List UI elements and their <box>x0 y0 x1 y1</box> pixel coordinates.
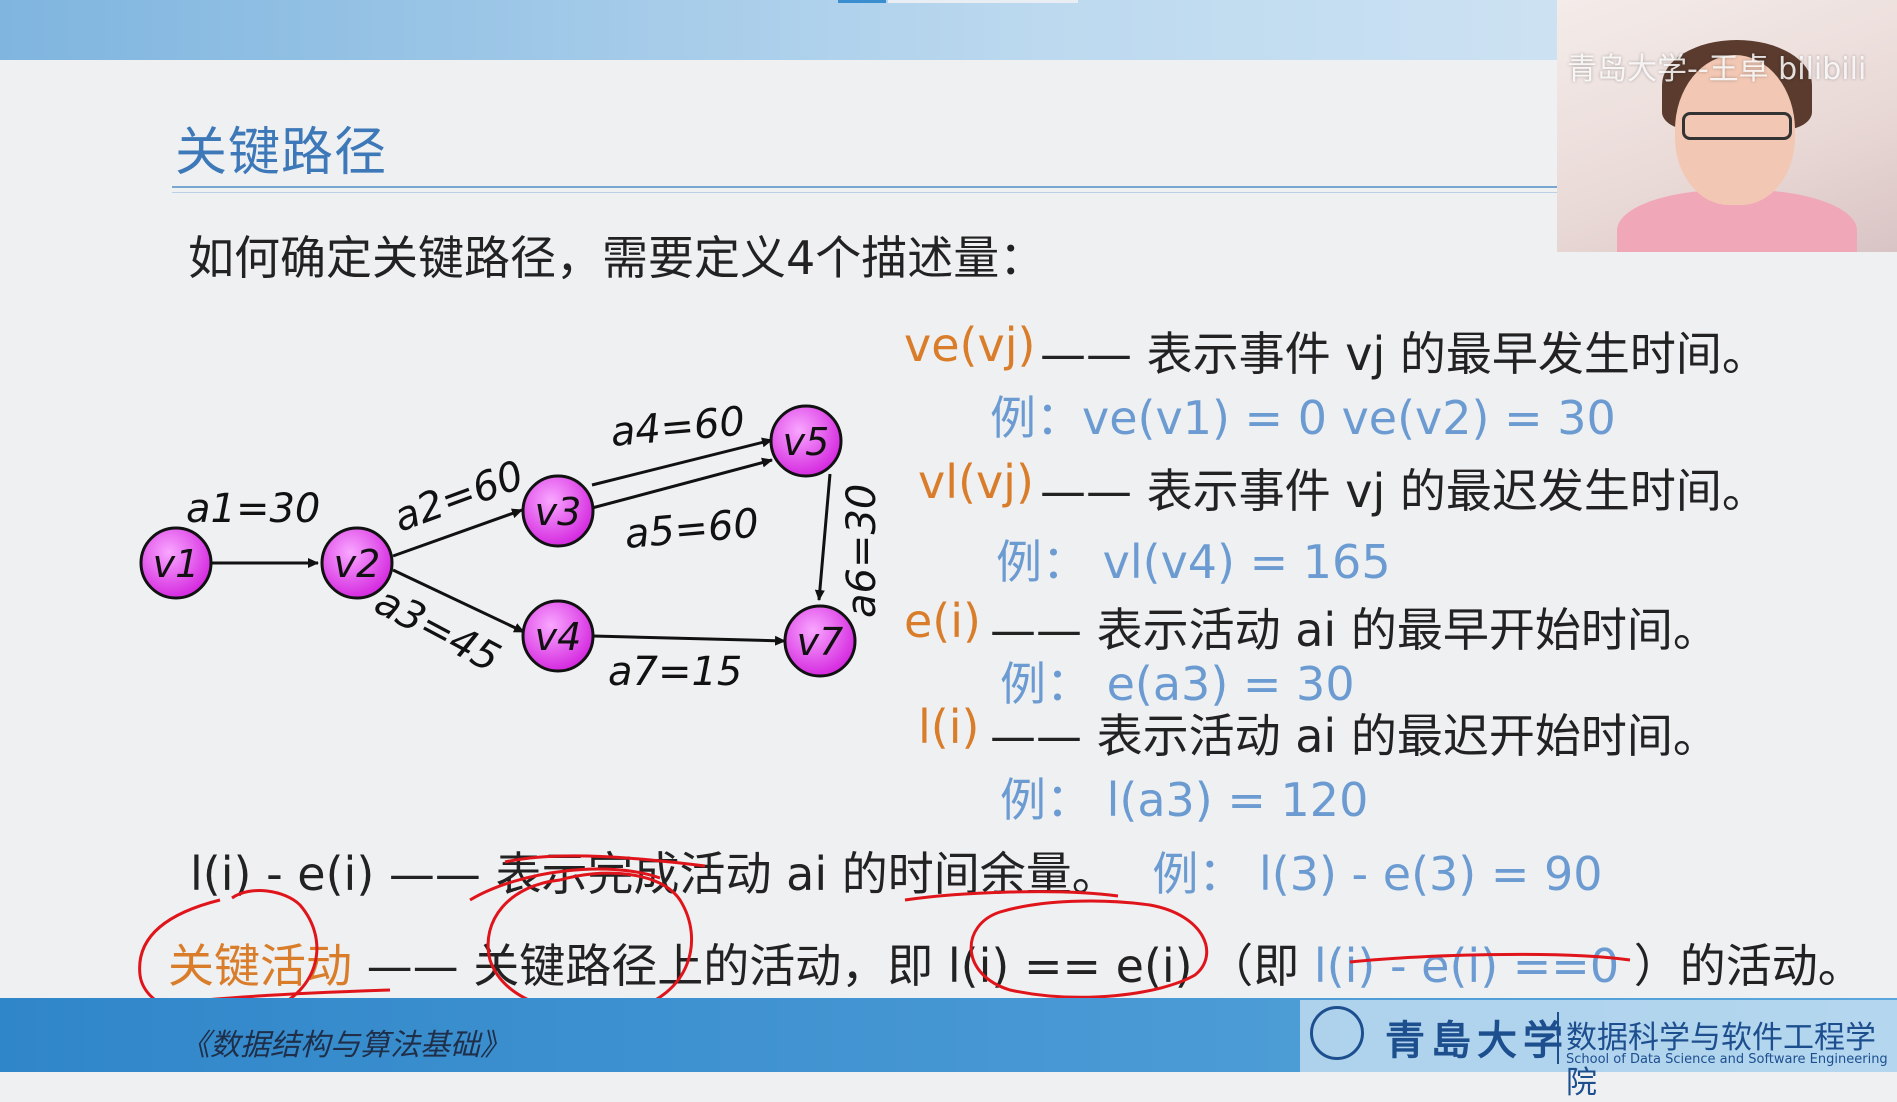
node-v4: v4 <box>521 599 595 673</box>
edge-label-a4: a4=60 <box>609 398 747 456</box>
def-l-desc: —— 表示活动 ai 的最迟开始时间。 <box>990 709 1719 763</box>
footer-separator <box>1557 1012 1559 1064</box>
def-vl-term: vl(vj) <box>918 455 1034 509</box>
critical-activity-definition: 关键活动 —— 关键路径上的活动，即 l(i) == e(i) （即 l(i) … <box>168 930 1864 996</box>
def-e-term: e(i) <box>904 594 981 648</box>
edge-label-a2: a2=60 <box>388 452 530 541</box>
university-seal-icon <box>1310 1006 1364 1060</box>
node-v1: v1 <box>139 526 213 600</box>
critical-desc: —— 关键路径上的活动，即 l(i) == e(i) （即 <box>366 939 1314 993</box>
video-watermark: 青岛大学--王卓 bilibili <box>1567 52 1867 87</box>
slack-definition: l(i) - e(i) —— 表示完成活动 ai 的时间余量。 例： l(3) … <box>190 838 1603 904</box>
edge-label-a6: a6=30 <box>839 484 885 618</box>
def-vl-desc: —— 表示事件 vj 的最迟发生时间。 <box>1040 464 1768 518</box>
school-name-en: School of Data Science and Software Engi… <box>1566 1052 1888 1067</box>
def-ve-example: 例：ve(v1) = 0 ve(v2) = 30 <box>990 391 1616 445</box>
edge-a6 <box>814 473 832 601</box>
node-v3: v3 <box>521 474 595 548</box>
node-label-v4: v4 <box>535 615 582 659</box>
slack-example: 例： l(3) - e(3) = 90 <box>1152 847 1603 901</box>
critical-tail: ）的活动。 <box>1619 939 1864 993</box>
node-v5: v5 <box>769 404 843 478</box>
def-vl-example: 例： vl(v4) = 165 <box>996 535 1391 589</box>
node-v7: v7 <box>783 604 857 678</box>
edge-label-a5: a5=60 <box>623 500 761 558</box>
slack-desc: —— 表示完成活动 ai 的时间余量。 <box>388 847 1118 901</box>
def-ve-desc: —— 表示事件 vj 的最早发生时间。 <box>1040 327 1768 381</box>
presenter-glasses <box>1682 112 1792 140</box>
edge-a7 <box>592 634 786 646</box>
critical-highlight: l(i) - e(i) ==0 <box>1313 939 1620 993</box>
def-l-term: l(i) <box>918 700 980 754</box>
slack-term: l(i) - e(i) <box>190 847 375 901</box>
def-ve-term: ve(vj) <box>904 318 1036 372</box>
def-l-example: 例： l(a3) = 120 <box>1000 773 1369 827</box>
course-title: 《数据结构与算法基础》 <box>180 1028 510 1063</box>
university-name: 青島大学 <box>1385 1017 1569 1064</box>
node-label-v3: v3 <box>535 490 582 534</box>
edge-label-a3: a3=45 <box>367 578 507 682</box>
node-label-v2: v2 <box>334 542 381 586</box>
critical-term: 关键活动 <box>168 939 352 993</box>
node-v2: v2 <box>320 526 394 600</box>
edge-label-a7: a7=15 <box>608 649 742 695</box>
node-label-v7: v7 <box>797 620 844 664</box>
node-label-v1: v1 <box>153 542 200 586</box>
presenter-webcam <box>1557 0 1897 252</box>
edge-label-a1: a1=30 <box>186 486 320 532</box>
node-label-v5: v5 <box>783 420 830 464</box>
